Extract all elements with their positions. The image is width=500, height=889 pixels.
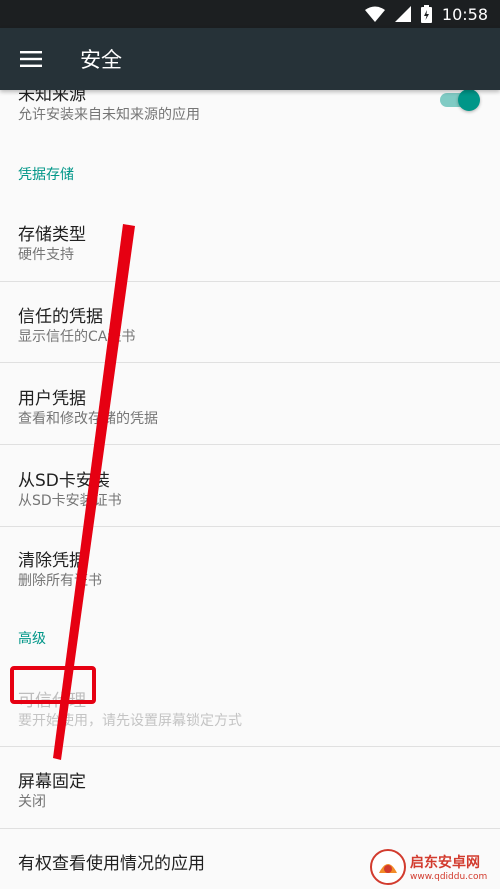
settings-list[interactable]: 未知来源 允许安装来自未知来源的应用 凭据存储 存储类型 硬件支持 信任的凭据 …	[0, 90, 500, 889]
install-from-sd-summary: 从SD卡安装证书	[18, 493, 122, 509]
install-from-sd-item[interactable]: 从SD卡安装 从SD卡安装证书	[0, 445, 500, 526]
menu-button[interactable]	[0, 28, 62, 90]
watermark: 启东安卓网 www.qdiddu.com	[370, 848, 498, 886]
clear-credentials-summary: 删除所有证书	[18, 573, 102, 589]
user-credentials-title: 用户凭据	[18, 389, 86, 409]
watermark-logo-icon	[370, 849, 406, 885]
user-credentials-summary: 查看和修改存储的凭据	[18, 411, 158, 427]
usage-access-title: 有权查看使用情况的应用	[18, 854, 205, 874]
watermark-name: 启东安卓网	[410, 855, 480, 871]
status-time: 10:58	[441, 4, 488, 24]
app-bar: 安全	[0, 28, 500, 90]
wifi-icon	[364, 6, 385, 22]
screen-pinning-item[interactable]: 屏幕固定 关闭	[0, 747, 500, 828]
clear-credentials-item[interactable]: 清除凭据 删除所有证书	[0, 527, 500, 608]
signal-icon	[394, 6, 411, 22]
unknown-sources-summary: 允许安装来自未知来源的应用	[18, 107, 200, 123]
page-title: 安全	[80, 48, 122, 72]
switch-thumb	[458, 90, 480, 111]
trusted-credentials-item[interactable]: 信任的凭据 显示信任的CA证书	[0, 282, 500, 363]
storage-type-item[interactable]: 存储类型 硬件支持	[0, 198, 500, 280]
clear-credentials-title: 清除凭据	[18, 551, 86, 571]
screen-pinning-title: 屏幕固定	[18, 772, 86, 792]
unknown-sources-title: 未知来源	[18, 90, 86, 105]
credential-storage-header: 凭据存储	[18, 167, 74, 183]
annotation-highlight-box	[10, 666, 96, 704]
trust-agents-summary: 要开始使用，请先设置屏幕锁定方式	[18, 713, 242, 729]
user-credentials-item[interactable]: 用户凭据 查看和修改存储的凭据	[0, 363, 500, 444]
unknown-sources-switch[interactable]	[440, 90, 480, 111]
trusted-credentials-summary: 显示信任的CA证书	[18, 329, 136, 345]
status-bar: 10:58	[0, 0, 500, 28]
hamburger-menu-icon	[20, 51, 42, 67]
watermark-text: 启东安卓网 www.qdiddu.com	[410, 852, 487, 882]
watermark-url: www.qdiddu.com	[410, 872, 488, 882]
storage-type-summary: 硬件支持	[18, 247, 74, 263]
storage-type-title: 存储类型	[18, 225, 86, 245]
unknown-sources-item[interactable]: 未知来源 允许安装来自未知来源的应用	[0, 90, 500, 130]
screen-pinning-summary: 关闭	[18, 794, 46, 810]
advanced-header: 高级	[18, 631, 46, 647]
install-from-sd-title: 从SD卡安装	[18, 471, 110, 491]
trusted-credentials-title: 信任的凭据	[18, 307, 103, 327]
battery-charging-icon	[420, 5, 432, 23]
